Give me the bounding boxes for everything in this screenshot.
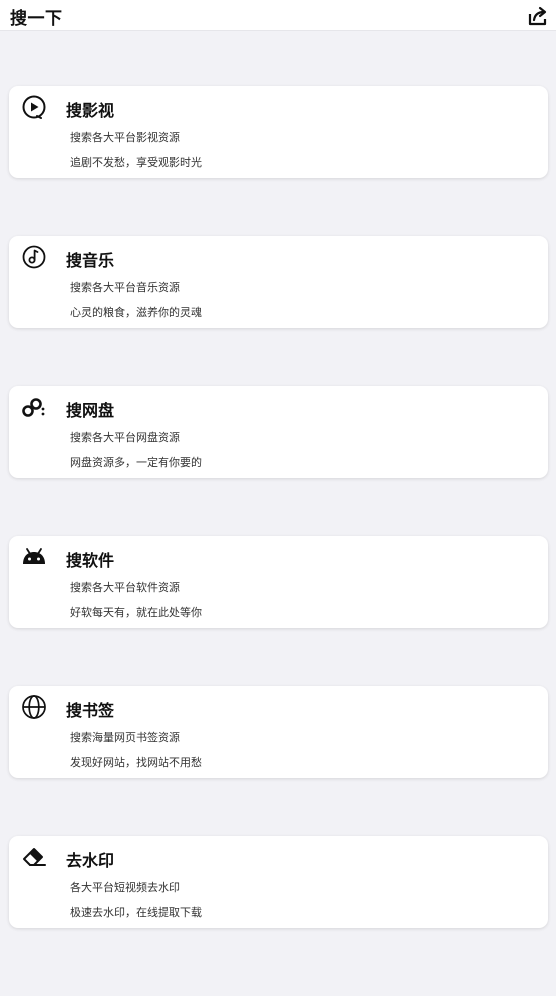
cloud-link-icon bbox=[21, 394, 47, 420]
card-title: 去水印 bbox=[66, 851, 115, 870]
card-remove-watermark[interactable]: 去水印 各大平台短视频去水印 极速去水印，在线提取下载 bbox=[9, 836, 548, 928]
eraser-icon bbox=[21, 844, 47, 870]
share-button[interactable] bbox=[528, 6, 548, 26]
card-description: 各大平台短视频去水印 bbox=[70, 881, 180, 894]
card-description: 搜索各大平台网盘资源 bbox=[70, 431, 180, 444]
card-search-music[interactable]: 搜音乐 搜索各大平台音乐资源 心灵的粮食，滋养你的灵魂 bbox=[9, 236, 548, 328]
card-subtitle: 网盘资源多，一定有你要的 bbox=[70, 456, 202, 469]
music-note-icon bbox=[21, 244, 47, 270]
page-title: 搜一下 bbox=[10, 9, 63, 29]
card-description: 搜索各大平台软件资源 bbox=[70, 581, 180, 594]
card-subtitle: 好软每天有，就在此处等你 bbox=[70, 606, 202, 619]
android-icon bbox=[21, 544, 47, 570]
card-description: 搜索各大平台影视资源 bbox=[70, 131, 180, 144]
card-title: 搜书签 bbox=[66, 701, 115, 720]
card-search-netdisk[interactable]: 搜网盘 搜索各大平台网盘资源 网盘资源多，一定有你要的 bbox=[9, 386, 548, 478]
play-circle-icon bbox=[21, 94, 47, 120]
card-description: 搜索海量网页书签资源 bbox=[70, 731, 180, 744]
card-description: 搜索各大平台音乐资源 bbox=[70, 281, 180, 294]
globe-icon bbox=[21, 694, 47, 720]
card-subtitle: 追剧不发愁，享受观影时光 bbox=[70, 156, 202, 169]
card-search-software[interactable]: 搜软件 搜索各大平台软件资源 好软每天有，就在此处等你 bbox=[9, 536, 548, 628]
card-search-bookmarks[interactable]: 搜书签 搜索海量网页书签资源 发现好网站，找网站不用愁 bbox=[9, 686, 548, 778]
card-search-video[interactable]: 搜影视 搜索各大平台影视资源 追剧不发愁，享受观影时光 bbox=[9, 86, 548, 178]
card-subtitle: 发现好网站，找网站不用愁 bbox=[70, 756, 202, 769]
share-icon bbox=[528, 6, 547, 26]
card-subtitle: 心灵的粮食，滋养你的灵魂 bbox=[70, 306, 202, 319]
card-title: 搜影视 bbox=[66, 101, 115, 120]
card-subtitle: 极速去水印，在线提取下载 bbox=[70, 906, 202, 919]
card-title: 搜软件 bbox=[66, 551, 115, 570]
card-title: 搜音乐 bbox=[66, 251, 115, 270]
top-app-bar: 搜一下 bbox=[0, 0, 556, 31]
card-title: 搜网盘 bbox=[66, 401, 115, 420]
